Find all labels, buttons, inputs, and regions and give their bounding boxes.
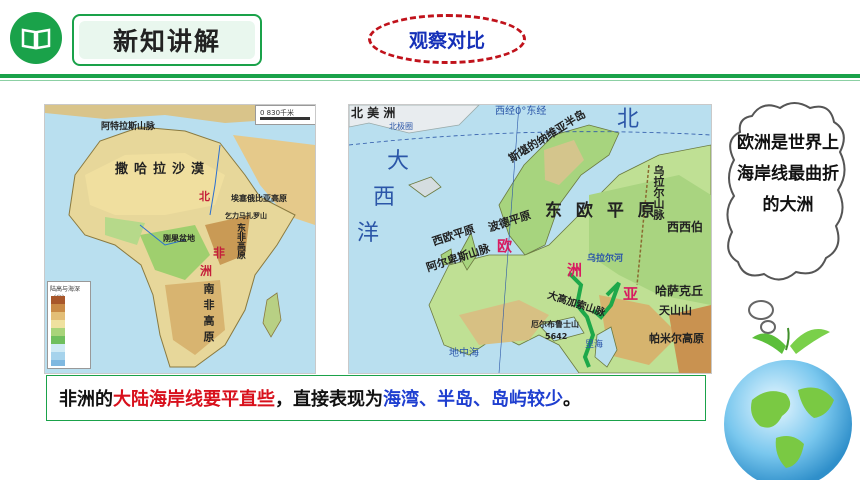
kazakh-label: 哈萨克丘 (655, 284, 704, 298)
conclusion-caption: 非洲的 大陆海岸线要平直些 ，直接表现为 海湾、半岛、岛屿较少 。 (46, 375, 706, 421)
sahara-label: 撒哈拉沙漠 (115, 162, 211, 177)
elbrus-height-label: 5642 (545, 332, 568, 341)
tianshan-label: 天山山 (659, 304, 692, 317)
asia-ya-label: 亚 (623, 285, 639, 303)
north-america-label: 北 美 洲 (351, 106, 396, 120)
atlantic-xi-label: 西 (373, 185, 396, 210)
section-title: 新知讲解 (79, 21, 255, 59)
globe-illustration (724, 327, 852, 480)
ethiopia-label: 埃塞俄比亚高原 (231, 194, 287, 203)
book-icon (21, 28, 51, 50)
bubble-puff-large (748, 300, 774, 320)
map-scale-bar: 0 830千米 (255, 105, 315, 125)
bubble-text: 欧洲是世界上海岸线最曲折的大洲 (737, 133, 839, 215)
caption-part5: 。 (563, 389, 581, 410)
greenland-label: 北极圈 (389, 122, 413, 131)
europe-map: 北 美 洲 西经0°东经 北 北极圈 斯堪的纳维亚半岛 大 西 洋 东 欧 平 … (348, 104, 712, 374)
africa-north-label: 北 (199, 190, 210, 203)
east-plain-label: 东 欧 平 原 (545, 201, 659, 221)
kili-label: 乞力马扎罗山 (225, 212, 267, 220)
europe-ou-label: 欧 (497, 237, 513, 255)
west-siberia-label: 西西伯 (667, 220, 704, 234)
caption-highlight-red: 大陆海岸线要平直些 (113, 389, 275, 410)
mediterranean-label: 地中海 (449, 348, 479, 359)
atlas-label: 阿特拉斯山脉 (101, 122, 156, 132)
africa-map: 0 830千米 阿特拉斯山脉 撒哈拉沙漠 北 埃塞俄比亚高原 刚果盆地 非 东非… (44, 104, 316, 374)
caspian-label: 里海 (585, 340, 604, 350)
africa-zhou-label: 洲 (200, 264, 213, 278)
header-divider-thin (0, 80, 860, 81)
europe-zhou-label: 洲 (567, 261, 583, 279)
ural-river-label: 乌拉尔河 (587, 254, 624, 264)
observe-compare-label: 观察对比 (368, 14, 526, 64)
caption-highlight-blue: 海湾、半岛、岛屿较少 (383, 389, 563, 410)
section-title-box: 新知讲解 (72, 14, 262, 66)
africa-fei-label: 非 (213, 246, 226, 260)
ural-label: 乌拉尔山脉 (652, 165, 665, 220)
atlantic-da-label: 大 (387, 149, 410, 174)
map-legend: 陆高与海深（米） (47, 281, 91, 369)
caption-part3: ，直接表现为 (275, 389, 383, 410)
east-high-label: 东非高原 (235, 223, 245, 259)
arctic-north-label: 北 (617, 107, 640, 132)
caption-part1: 非洲的 (59, 389, 113, 410)
congo-label: 刚果盆地 (163, 234, 195, 243)
header-divider (0, 74, 860, 78)
pamir-label: 帕米尔高原 (649, 332, 704, 345)
book-icon-badge (10, 12, 62, 64)
south-high-label: 南非高原 (202, 283, 215, 347)
atlantic-yang-label: 洋 (357, 221, 380, 246)
longitude-label: 西经0°东经 (495, 106, 547, 117)
elbrus-label: 厄尔布鲁士山 (531, 320, 579, 329)
